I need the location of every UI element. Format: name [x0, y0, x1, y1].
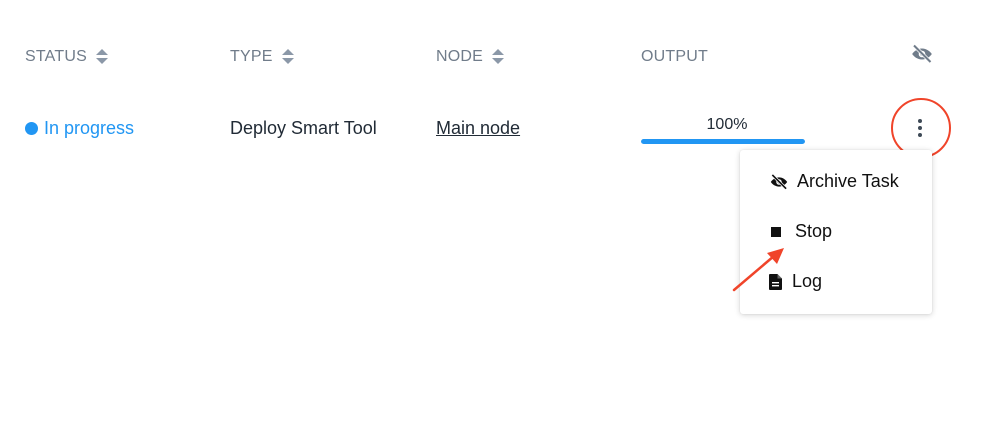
menu-item-archive-label: Archive Task: [797, 171, 899, 191]
header-node[interactable]: NODE: [436, 47, 505, 67]
annotation-circle: [891, 98, 951, 158]
header-type[interactable]: TYPE: [230, 47, 294, 67]
progress-label: 100%: [706, 116, 748, 133]
menu-item-stop[interactable]: Stop: [769, 221, 832, 242]
sort-icon[interactable]: [492, 49, 505, 65]
eye-off-icon[interactable]: [910, 42, 934, 66]
eye-off-icon: [770, 173, 788, 190]
progress-fill: [641, 139, 805, 144]
header-status[interactable]: STATUS: [25, 47, 108, 67]
menu-item-stop-label: Stop: [795, 221, 833, 241]
progress-bar: [641, 139, 805, 144]
sort-icon[interactable]: [95, 49, 108, 65]
type-cell: Deploy Smart Tool: [230, 117, 377, 138]
sort-icon[interactable]: [281, 49, 294, 65]
status-dot-icon: [25, 121, 38, 135]
stop-icon: [771, 226, 781, 237]
header-type-label: TYPE: [230, 48, 273, 65]
status-cell: In progress: [25, 116, 134, 140]
header-node-label: NODE: [436, 48, 484, 65]
annotation-arrow-icon: [732, 248, 784, 292]
output-cell: 100%: [641, 116, 805, 144]
header-status-label: STATUS: [25, 48, 87, 65]
menu-item-log-label: Log: [792, 271, 823, 291]
status-text: In progress: [44, 117, 135, 138]
node-link[interactable]: Main node: [436, 116, 520, 140]
menu-item-archive-task[interactable]: Archive Task: [769, 171, 899, 192]
header-output: OUTPUT: [641, 47, 708, 67]
header-output-label: OUTPUT: [641, 48, 708, 65]
